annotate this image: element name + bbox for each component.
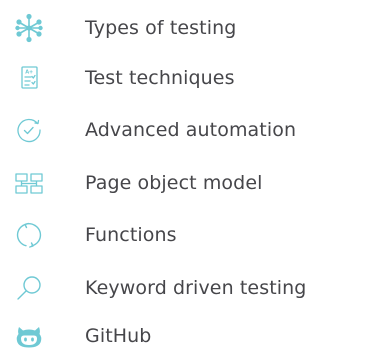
github-octocat-icon — [13, 320, 45, 352]
menu-item-page-object-model[interactable]: Page object model — [0, 163, 365, 203]
menu-item-label: Types of testing — [85, 17, 237, 39]
refresh-circle-icon — [13, 219, 45, 251]
menu-item-types-of-testing[interactable]: Types of testing — [0, 8, 365, 48]
menu-item-label: Functions — [85, 224, 177, 246]
menu-item-label: Page object model — [85, 172, 263, 194]
menu-item-label: GitHub — [85, 325, 152, 347]
menu-item-test-techniques[interactable]: A+ Test techniques — [0, 58, 365, 98]
menu-item-label: Advanced automation — [85, 119, 297, 141]
topic-menu: Types of testing A+ Test techniques Adva… — [0, 0, 365, 360]
menu-item-advanced-automation[interactable]: Advanced automation — [0, 110, 365, 150]
menu-item-keyword-driven-testing[interactable]: Keyword driven testing — [0, 268, 365, 308]
menu-item-github[interactable]: GitHub — [0, 316, 365, 356]
menu-item-label: Keyword driven testing — [85, 277, 307, 299]
circular-check-arrow-icon — [13, 114, 45, 146]
checklist-document-icon: A+ — [13, 62, 45, 94]
menu-item-label: Test techniques — [85, 67, 235, 89]
snowflake-network-icon — [13, 12, 45, 44]
hierarchy-boxes-icon — [13, 167, 45, 199]
magnifier-icon — [13, 272, 45, 304]
svg-text:A+: A+ — [25, 69, 33, 75]
menu-item-functions[interactable]: Functions — [0, 215, 365, 255]
